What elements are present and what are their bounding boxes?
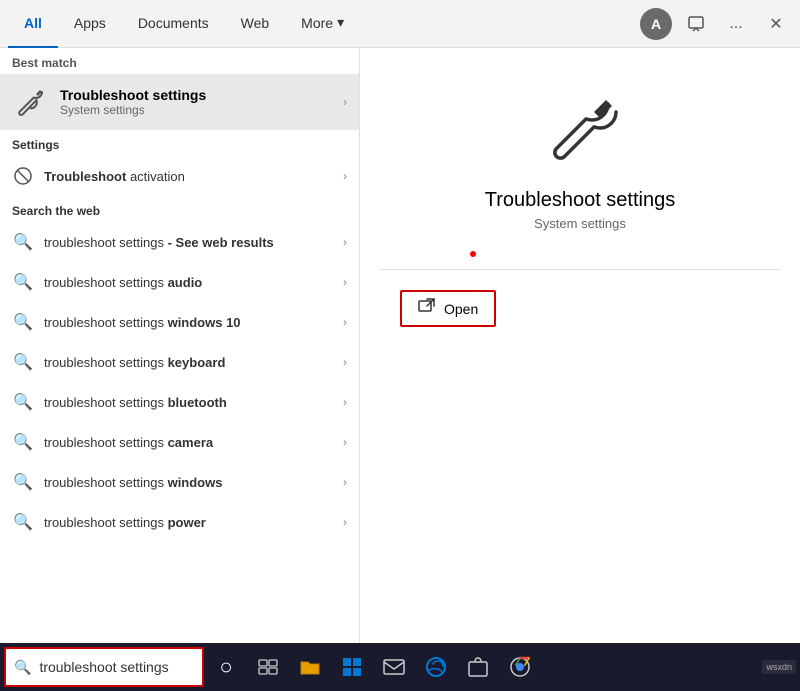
- taskbar-right: wsxdn: [762, 660, 796, 674]
- more-options-icon[interactable]: ...: [720, 8, 752, 40]
- web-item-text-2: troubleshoot settings windows 10: [44, 315, 333, 330]
- store-bag-icon[interactable]: [458, 647, 498, 687]
- avatar[interactable]: A: [640, 8, 672, 40]
- open-button[interactable]: Open: [400, 290, 496, 327]
- list-item-web-5[interactable]: 🔍 troubleshoot settings camera ›: [0, 422, 359, 462]
- wrench-icon: [12, 84, 48, 120]
- left-panel: Best match Troubleshoot settings System …: [0, 48, 360, 643]
- chrome-icon[interactable]: [500, 647, 540, 687]
- web-item-text-4: troubleshoot settings bluetooth: [44, 395, 333, 410]
- list-item-web-3[interactable]: 🔍 troubleshoot settings keyboard ›: [0, 342, 359, 382]
- search-icon: 🔍: [12, 231, 34, 253]
- nav-right-controls: A ... ✕: [640, 8, 792, 40]
- best-match-label: Best match: [0, 48, 359, 74]
- edge-icon[interactable]: [416, 647, 456, 687]
- search-icon: 🔍: [12, 471, 34, 493]
- chevron-right-icon: ›: [343, 515, 347, 529]
- tab-web[interactable]: Web: [225, 0, 286, 48]
- list-item-web-0[interactable]: 🔍 troubleshoot settings - See web result…: [0, 222, 359, 262]
- search-icon: 🔍: [12, 511, 34, 533]
- search-bar[interactable]: 🔍 troubleshoot settings: [4, 647, 204, 687]
- tab-all[interactable]: All: [8, 0, 58, 48]
- tab-apps[interactable]: Apps: [58, 0, 122, 48]
- detail-title: Troubleshoot settings: [485, 189, 675, 212]
- search-icon: 🔍: [14, 659, 31, 676]
- list-item-web-6[interactable]: 🔍 troubleshoot settings windows ›: [0, 462, 359, 502]
- search-icon: 🔍: [12, 271, 34, 293]
- best-match-title: Troubleshoot settings: [60, 87, 331, 103]
- settings-section-label: Settings: [0, 130, 359, 156]
- chevron-right-icon: ›: [343, 395, 347, 409]
- close-icon[interactable]: ✕: [760, 8, 792, 40]
- chevron-right-icon: ›: [343, 435, 347, 449]
- nav-bar: All Apps Documents Web More ▾ A ... ✕: [0, 0, 800, 48]
- search-icon: 🔍: [12, 351, 34, 373]
- tab-documents[interactable]: Documents: [122, 0, 225, 48]
- list-item-web-4[interactable]: 🔍 troubleshoot settings bluetooth ›: [0, 382, 359, 422]
- web-item-text-1: troubleshoot settings audio: [44, 275, 333, 290]
- search-icon: 🔍: [12, 431, 34, 453]
- web-item-text-0: troubleshoot settings - See web results: [44, 235, 333, 250]
- web-item-text-5: troubleshoot settings camera: [44, 435, 333, 450]
- web-section-label: Search the web: [0, 196, 359, 222]
- search-icon: 🔍: [12, 391, 34, 413]
- web-item-text-7: troubleshoot settings power: [44, 515, 333, 530]
- circle-slash-icon: [12, 165, 34, 187]
- main-content: Best match Troubleshoot settings System …: [0, 48, 800, 643]
- chevron-right-icon: ›: [343, 235, 347, 249]
- chevron-down-icon: ▾: [337, 14, 344, 31]
- taskbar: 🔍 troubleshoot settings ○: [0, 643, 800, 691]
- user-feedback-icon[interactable]: [680, 8, 712, 40]
- wsxdn-badge: wsxdn: [762, 660, 796, 674]
- troubleshoot-activation-text: Troubleshoot activation: [44, 169, 333, 184]
- best-match-text: Troubleshoot settings System settings: [60, 87, 331, 117]
- detail-wrench-icon: [540, 88, 620, 173]
- right-panel: Troubleshoot settings System settings Op…: [360, 48, 800, 643]
- chevron-right-icon: ›: [343, 169, 347, 183]
- file-explorer-icon[interactable]: [290, 647, 330, 687]
- list-item-troubleshoot-activation[interactable]: Troubleshoot activation ›: [0, 156, 359, 196]
- red-dot-indicator: [470, 251, 476, 257]
- list-item-web-7[interactable]: 🔍 troubleshoot settings power ›: [0, 502, 359, 542]
- detail-subtitle: System settings: [534, 216, 626, 231]
- chevron-right-icon: ›: [343, 95, 347, 109]
- best-match-subtitle: System settings: [60, 103, 331, 117]
- windows-store-icon[interactable]: [332, 647, 372, 687]
- chevron-right-icon: ›: [343, 355, 347, 369]
- tab-more[interactable]: More ▾: [285, 0, 360, 48]
- search-query-text: troubleshoot settings: [39, 659, 168, 675]
- web-item-text-3: troubleshoot settings keyboard: [44, 355, 333, 370]
- cortana-icon[interactable]: ○: [206, 647, 246, 687]
- mail-icon[interactable]: [374, 647, 414, 687]
- open-icon: [418, 298, 436, 319]
- chevron-right-icon: ›: [343, 275, 347, 289]
- window: All Apps Documents Web More ▾ A ... ✕ Be…: [0, 0, 800, 691]
- task-view-icon[interactable]: [248, 647, 288, 687]
- web-item-text-6: troubleshoot settings windows: [44, 475, 333, 490]
- list-item-web-2[interactable]: 🔍 troubleshoot settings windows 10 ›: [0, 302, 359, 342]
- chevron-right-icon: ›: [343, 315, 347, 329]
- list-item-web-1[interactable]: 🔍 troubleshoot settings audio ›: [0, 262, 359, 302]
- search-icon: 🔍: [12, 311, 34, 333]
- chevron-right-icon: ›: [343, 475, 347, 489]
- open-label: Open: [444, 301, 478, 317]
- best-match-item[interactable]: Troubleshoot settings System settings ›: [0, 74, 359, 130]
- divider: [380, 269, 780, 270]
